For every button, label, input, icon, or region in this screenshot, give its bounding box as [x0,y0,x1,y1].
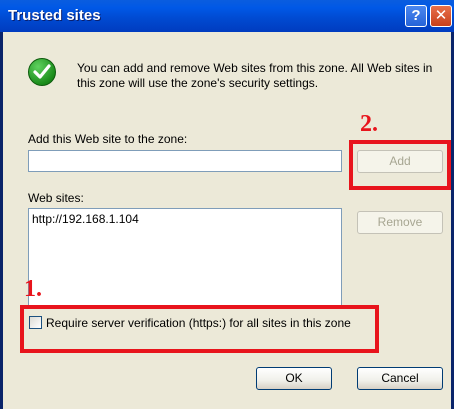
web-sites-list[interactable]: http://192.168.1.104 [28,208,342,308]
title-bar[interactable]: Trusted sites ? ✕ [0,0,454,32]
annotation-step-2: 2. [360,111,378,137]
web-sites-label: Web sites: [28,191,84,205]
window-title: Trusted sites [8,7,101,24]
zone-info-text: You can add and remove Web sites from th… [77,61,433,90]
help-icon[interactable]: ? [405,5,427,27]
annotation-box-step-1 [20,305,379,353]
annotation-step-1: 1. [24,276,42,302]
cancel-button[interactable]: Cancel [357,367,443,390]
checkmark-icon [28,58,56,86]
ok-button[interactable]: OK [256,367,332,390]
close-icon[interactable]: ✕ [430,5,452,27]
add-site-label: Add this Web site to the zone: [28,132,188,146]
annotation-box-step-2 [349,140,451,190]
trusted-sites-dialog: Trusted sites ? ✕ You can add and remove… [0,0,454,409]
remove-button[interactable]: Remove [357,211,443,234]
list-item[interactable]: http://192.168.1.104 [32,212,139,226]
add-site-input[interactable] [28,150,342,172]
